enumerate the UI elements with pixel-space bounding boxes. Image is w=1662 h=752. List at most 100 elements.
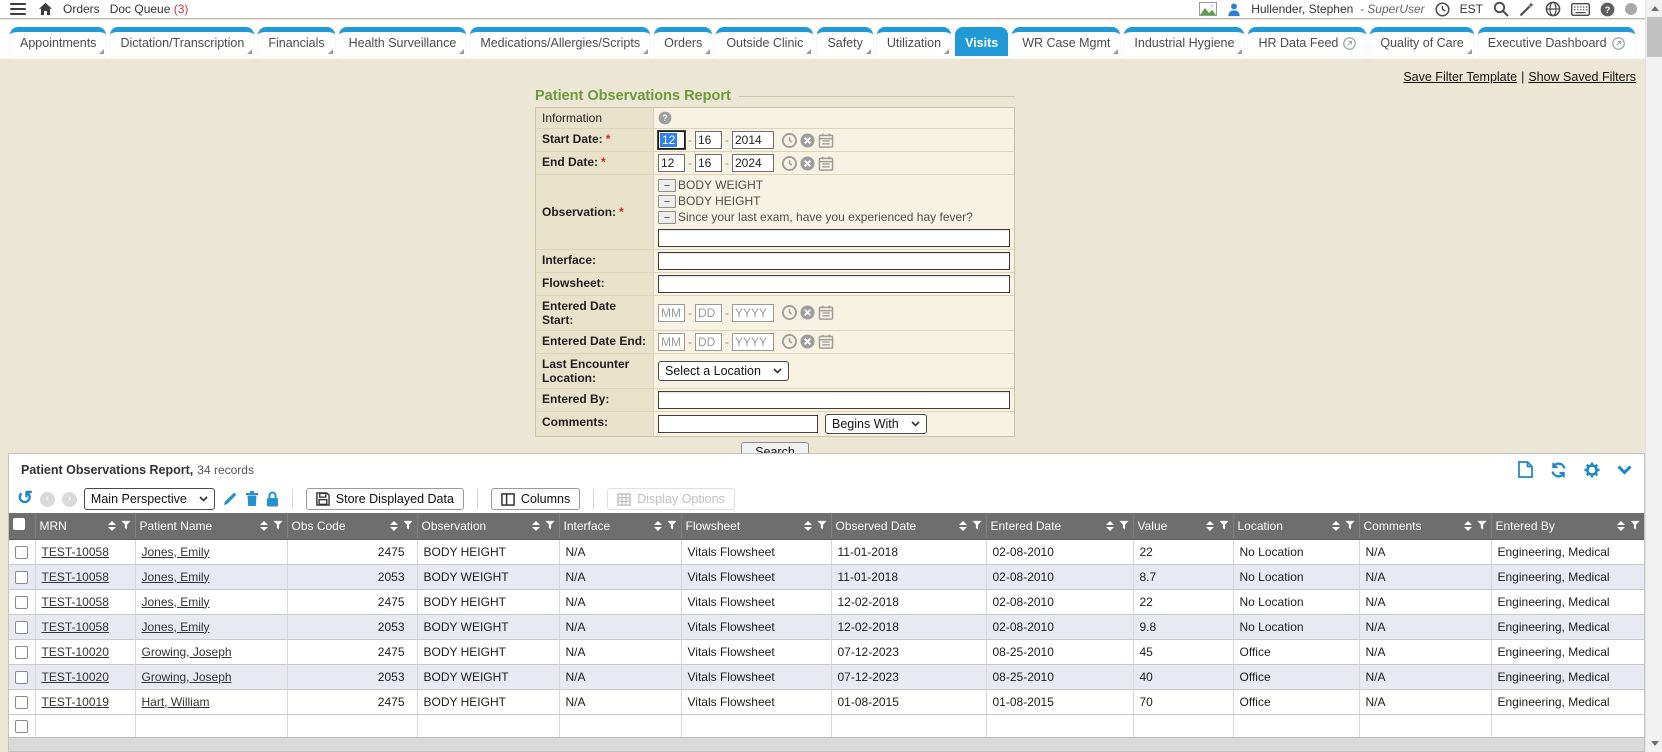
edit-perspective-icon[interactable] <box>222 491 238 507</box>
info-help-icon[interactable]: ? <box>658 111 672 125</box>
tab-orders[interactable]: Orders <box>654 27 712 56</box>
search-icon[interactable] <box>1493 1 1509 17</box>
entered-by-input[interactable] <box>658 391 1010 409</box>
filter-icon[interactable] <box>273 520 283 531</box>
nav-orders[interactable]: Orders <box>63 2 100 16</box>
column-header-interface[interactable]: Interface <box>559 513 681 539</box>
tab-dictation-transcription[interactable]: Dictation/Transcription <box>110 27 254 56</box>
row-checkbox[interactable] <box>15 671 28 684</box>
clear-date-icon[interactable] <box>800 334 815 349</box>
mrn-link[interactable]: TEST-10058 <box>42 620 109 634</box>
nav-doc-queue[interactable]: Doc Queue (3) <box>110 2 189 16</box>
filter-icon[interactable] <box>1119 520 1129 531</box>
reset-perspective-icon[interactable]: ↺ <box>17 492 33 506</box>
image-icon[interactable] <box>1199 2 1217 16</box>
wand-icon[interactable] <box>1519 1 1535 17</box>
entered-date-start-year-input[interactable] <box>732 304 774 322</box>
entered-date-end-year-input[interactable] <box>732 333 774 351</box>
filter-icon[interactable] <box>121 520 131 531</box>
interface-input[interactable] <box>658 252 1010 270</box>
filter-icon[interactable] <box>667 520 677 531</box>
tab-financials[interactable]: Financials <box>258 27 334 56</box>
start-date-month-input[interactable]: 12 <box>658 131 685 149</box>
entered-date-start-month-input[interactable] <box>658 304 685 322</box>
home-icon[interactable] <box>38 2 53 16</box>
time-picker-icon[interactable] <box>782 133 797 148</box>
tab-utilization[interactable]: Utilization <box>877 27 951 56</box>
start-date-year-input[interactable] <box>732 131 774 149</box>
mrn-link[interactable]: TEST-10020 <box>42 670 109 684</box>
time-picker-icon[interactable] <box>782 334 797 349</box>
patient-name-link[interactable]: Jones, Emily <box>142 545 210 559</box>
row-checkbox[interactable] <box>15 720 28 733</box>
tab-outside-clinic[interactable]: Outside Clinic <box>716 27 813 56</box>
column-header-flowsheet[interactable]: Flowsheet <box>681 513 831 539</box>
menu-icon[interactable] <box>8 1 28 18</box>
filter-icon[interactable] <box>1219 520 1229 531</box>
filter-icon[interactable] <box>1630 520 1640 531</box>
column-header-value[interactable]: Value <box>1133 513 1233 539</box>
show-saved-filters-link[interactable]: Show Saved Filters <box>1528 70 1636 84</box>
gear-icon[interactable] <box>1584 462 1600 478</box>
row-checkbox[interactable] <box>15 646 28 659</box>
column-header-patient-name[interactable]: Patient Name <box>135 513 287 539</box>
sort-control[interactable] <box>654 521 662 531</box>
lock-perspective-icon[interactable] <box>266 491 279 507</box>
column-header-obs-code[interactable]: Obs Code <box>287 513 417 539</box>
patient-name-link[interactable]: Hart, William <box>142 695 210 709</box>
end-date-month-input[interactable] <box>658 154 685 172</box>
delete-perspective-icon[interactable] <box>245 491 259 507</box>
mrn-link[interactable]: TEST-10019 <box>42 695 109 709</box>
location-select[interactable]: Select a Location <box>658 361 789 381</box>
row-checkbox[interactable] <box>15 571 28 584</box>
column-header-entered-by[interactable]: Entered By <box>1491 513 1644 539</box>
refresh-icon[interactable] <box>1550 462 1567 478</box>
calendar-icon[interactable] <box>818 133 834 148</box>
tab-health-surveillance[interactable]: Health Surveillance <box>339 27 467 56</box>
scroll-up-button[interactable] <box>1646 0 1662 17</box>
tab-executive-dashboard[interactable]: Executive Dashboard <box>1478 27 1635 56</box>
tab-quality-of-care[interactable]: Quality of Care <box>1370 27 1473 56</box>
store-displayed-data-button[interactable]: Store Displayed Data <box>306 488 464 510</box>
entered-date-end-month-input[interactable] <box>658 333 685 351</box>
clear-date-icon[interactable] <box>800 156 815 171</box>
time-picker-icon[interactable] <box>782 305 797 320</box>
end-date-year-input[interactable] <box>732 154 774 172</box>
entered-date-start-day-input[interactable] <box>695 304 722 322</box>
start-date-day-input[interactable] <box>695 131 722 149</box>
sort-control[interactable] <box>959 521 967 531</box>
tab-appointments[interactable]: Appointments <box>10 27 106 56</box>
mrn-link[interactable]: TEST-10058 <box>42 570 109 584</box>
column-header-observed-date[interactable]: Observed Date <box>831 513 986 539</box>
column-header-comments[interactable]: Comments <box>1359 513 1491 539</box>
clear-date-icon[interactable] <box>800 305 815 320</box>
patient-name-link[interactable]: Jones, Emily <box>142 595 210 609</box>
column-header-mrn[interactable]: MRN <box>35 513 135 539</box>
help-icon[interactable]: ? <box>1600 2 1615 17</box>
sort-control[interactable] <box>1332 521 1340 531</box>
comments-input[interactable] <box>658 415 818 433</box>
keyboard-icon[interactable] <box>1571 3 1590 16</box>
end-date-day-input[interactable] <box>695 154 722 172</box>
row-checkbox[interactable] <box>15 546 28 559</box>
select-all-checkbox[interactable] <box>13 518 25 530</box>
scrollbar-thumb[interactable] <box>1647 17 1662 57</box>
patient-name-link[interactable]: Jones, Emily <box>142 570 210 584</box>
patient-name-link[interactable]: Growing, Joseph <box>142 645 232 659</box>
filter-icon[interactable] <box>1345 520 1355 531</box>
filter-icon[interactable] <box>972 520 982 531</box>
select-all-header[interactable] <box>9 513 35 539</box>
remove-observation-button[interactable]: − <box>658 211 676 224</box>
tab-wr-case-mgmt[interactable]: WR Case Mgmt <box>1012 27 1120 56</box>
filter-icon[interactable] <box>817 520 827 531</box>
sort-control[interactable] <box>1617 521 1625 531</box>
new-document-icon[interactable] <box>1518 461 1533 478</box>
mrn-link[interactable]: TEST-10058 <box>42 545 109 559</box>
sort-control[interactable] <box>1206 521 1214 531</box>
flowsheet-input[interactable] <box>658 275 1010 293</box>
tab-safety[interactable]: Safety <box>817 27 872 56</box>
globe-icon[interactable] <box>1545 1 1561 17</box>
comments-match-select[interactable]: Begins With <box>825 414 927 434</box>
calendar-icon[interactable] <box>818 156 834 171</box>
observation-search-input[interactable] <box>658 229 1010 247</box>
